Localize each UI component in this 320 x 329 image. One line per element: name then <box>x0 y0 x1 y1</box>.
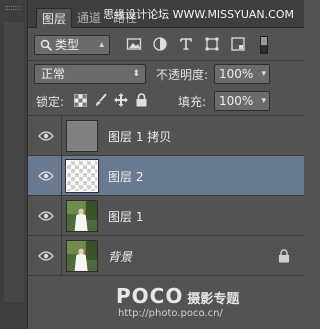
updown-arrow-icon: ⬍ <box>132 69 140 79</box>
filter-row: 类型 ▴ <box>28 34 304 56</box>
visibility-toggle[interactable] <box>28 196 62 236</box>
divider <box>28 60 304 61</box>
layer-row[interactable]: 图层 1 拷贝 <box>28 116 304 156</box>
layer-name: 背景 <box>108 250 133 264</box>
photo-thumbnail-icon <box>66 200 98 232</box>
layers-panel: 图层 通道 路径 思缘设计论坛 WWW.MISSYUAN.COM 类型 ▴ 正常… <box>28 0 304 329</box>
layers-list: 图层 1 拷贝 图层 2 图层 1 背景 <box>28 116 304 276</box>
chevron-down-icon[interactable]: ▾ <box>261 65 266 83</box>
visibility-toggle[interactable] <box>28 156 62 196</box>
layer-name: 图层 1 拷贝 <box>108 130 172 144</box>
watermark-text: 思缘设计论坛 WWW.MISSYUAN.COM <box>103 8 294 21</box>
filter-toggle-switch[interactable] <box>260 36 268 54</box>
layer-row[interactable]: 背景 <box>28 236 304 276</box>
pixel-layer-filter-icon[interactable] <box>126 36 142 52</box>
lock-transparent-pixels-icon[interactable] <box>74 94 87 107</box>
updown-arrow-icon: ▴ <box>99 40 104 50</box>
type-filter-icon[interactable] <box>178 36 194 52</box>
grip-handle[interactable] <box>6 6 20 10</box>
poco-url: http://photo.poco.cn/ <box>118 308 223 319</box>
filter-kind-value: 类型 <box>55 38 80 52</box>
lock-image-pixels-brush-icon[interactable] <box>94 93 108 107</box>
lock-all-icon[interactable] <box>136 93 147 107</box>
filter-kind-select[interactable]: 类型 ▴ <box>34 35 110 55</box>
blend-mode-value: 正常 <box>41 67 66 81</box>
poco-brand-zh: 摄影专题 <box>187 292 240 307</box>
blend-mode-select[interactable]: 正常 ⬍ <box>34 64 146 84</box>
chevron-down-icon[interactable]: ▾ <box>261 92 266 110</box>
eye-icon <box>38 171 54 181</box>
shape-filter-icon[interactable] <box>204 36 220 52</box>
lock-label: 锁定: <box>36 95 65 109</box>
visibility-toggle[interactable] <box>28 116 62 156</box>
poco-brand: POCO <box>116 284 184 308</box>
layer-row[interactable]: 图层 1 <box>28 196 304 236</box>
opacity-input[interactable]: 100% ▾ <box>214 64 270 84</box>
fill-value: 100% <box>219 94 254 108</box>
photo-thumbnail-icon <box>66 240 98 272</box>
layer-row-selected[interactable]: 图层 2 <box>28 156 304 196</box>
panel-tabs: 图层 通道 路径 思缘设计论坛 WWW.MISSYUAN.COM <box>28 0 304 28</box>
lock-icon <box>279 249 289 263</box>
lock-position-move-icon[interactable] <box>114 93 128 107</box>
eye-icon <box>38 251 54 261</box>
fill-label: 填充: <box>178 95 207 109</box>
eye-icon <box>38 131 54 141</box>
smart-object-filter-icon[interactable] <box>230 36 246 52</box>
fill-input[interactable]: 100% ▾ <box>214 91 270 111</box>
dock-column <box>4 22 24 302</box>
tab-layers[interactable]: 图层 <box>36 8 73 28</box>
layer-name: 图层 2 <box>108 170 144 184</box>
eye-icon <box>38 211 54 221</box>
tab-channels[interactable]: 通道 <box>72 8 106 28</box>
panel-dock-strip <box>0 0 28 329</box>
visibility-toggle[interactable] <box>28 236 62 276</box>
opacity-value: 100% <box>219 67 254 81</box>
search-icon <box>40 39 53 52</box>
layer-thumbnail <box>66 120 98 152</box>
layer-name: 图层 1 <box>108 210 144 224</box>
layer-thumbnail <box>65 159 99 193</box>
opacity-label: 不透明度: <box>156 68 209 82</box>
poco-logo: POCO 摄影专题 <box>116 284 239 308</box>
adjustment-filter-icon[interactable] <box>152 36 168 52</box>
